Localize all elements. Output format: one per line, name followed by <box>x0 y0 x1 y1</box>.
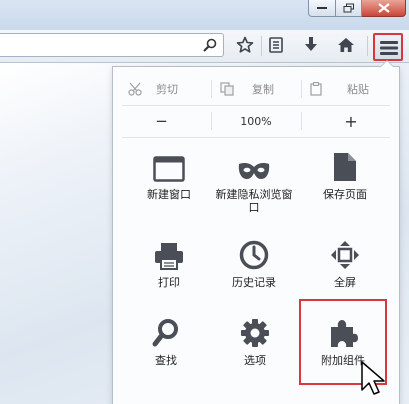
edit-controls: 剪切 复制 粘贴 <box>112 76 400 102</box>
zoom-reset-button[interactable]: 100% <box>212 108 300 134</box>
history-clock-icon <box>239 240 269 270</box>
navigation-toolbar <box>0 30 409 63</box>
printer-icon <box>155 243 183 270</box>
window-titlebar <box>0 0 409 30</box>
print-item[interactable]: 打印 <box>134 236 204 289</box>
private-mask-icon <box>238 163 270 179</box>
save-page-label: 保存页面 <box>323 188 367 201</box>
options-gear-icon <box>241 319 269 347</box>
new-window-label: 新建窗口 <box>147 188 191 201</box>
fullscreen-label: 全屏 <box>334 276 356 289</box>
bookmarks-menu-button[interactable] <box>265 36 287 58</box>
close-button[interactable] <box>362 0 406 17</box>
menu-divider <box>122 105 390 106</box>
mouse-cursor-icon <box>361 361 385 395</box>
find-magnifier-icon <box>152 319 178 347</box>
toolbar-separator <box>261 36 262 56</box>
home-icon <box>338 38 354 52</box>
search-icon[interactable] <box>203 38 217 52</box>
paste-clipboard-icon <box>310 82 322 96</box>
copy-label: 复制 <box>252 83 274 96</box>
hamburger-menu-icon <box>380 41 398 55</box>
save-page-icon <box>334 153 356 181</box>
cut-button[interactable]: 剪切 <box>112 76 208 102</box>
toolbar-separator <box>367 36 368 56</box>
options-label: 选项 <box>244 354 266 367</box>
find-label: 查找 <box>155 354 177 367</box>
panel-arrow-inner <box>381 61 393 67</box>
zoom-out-label: − <box>155 112 168 130</box>
options-item[interactable]: 选项 <box>220 314 290 367</box>
copy-icon <box>220 82 234 96</box>
home-button[interactable] <box>335 36 357 58</box>
bookmark-star-icon <box>236 36 254 53</box>
zoom-in-label: + <box>344 111 358 131</box>
copy-button[interactable]: 复制 <box>212 76 300 102</box>
scissors-icon <box>128 82 142 96</box>
zoom-in-button[interactable]: + <box>302 108 400 134</box>
download-icon <box>305 37 317 51</box>
menu-divider <box>122 137 390 138</box>
find-item[interactable]: 查找 <box>131 314 201 367</box>
zoom-controls: − 100% + <box>112 108 400 134</box>
bookmarks-menu-icon <box>269 37 283 53</box>
private-window-label: 新建隐私浏览窗口 <box>215 188 293 214</box>
restore-button[interactable] <box>336 0 362 17</box>
fullscreen-icon <box>331 241 359 269</box>
fullscreen-item[interactable]: 全屏 <box>310 236 380 289</box>
zoom-level: 100% <box>240 114 272 128</box>
bookmark-star-button[interactable] <box>234 36 256 58</box>
close-icon <box>377 3 390 13</box>
private-window-item[interactable]: 新建隐私浏览窗口 <box>214 148 294 214</box>
url-input[interactable] <box>3 36 197 56</box>
history-item[interactable]: 历史记录 <box>219 236 289 289</box>
print-label: 打印 <box>158 276 180 289</box>
zoom-out-button[interactable]: − <box>112 108 211 134</box>
minimize-button[interactable] <box>308 0 336 17</box>
paste-button[interactable]: 粘贴 <box>302 76 400 102</box>
cut-label: 剪切 <box>156 83 178 96</box>
open-menu-button[interactable] <box>373 33 403 61</box>
url-bar[interactable] <box>0 33 224 57</box>
downloads-button[interactable] <box>300 36 322 58</box>
history-label: 历史记录 <box>232 276 276 289</box>
restore-icon <box>343 3 354 13</box>
paste-label: 粘贴 <box>347 83 369 96</box>
minimize-icon <box>317 7 327 9</box>
new-window-item[interactable]: 新建窗口 <box>134 148 204 201</box>
new-window-icon <box>153 156 185 182</box>
save-page-item[interactable]: 保存页面 <box>310 148 380 201</box>
